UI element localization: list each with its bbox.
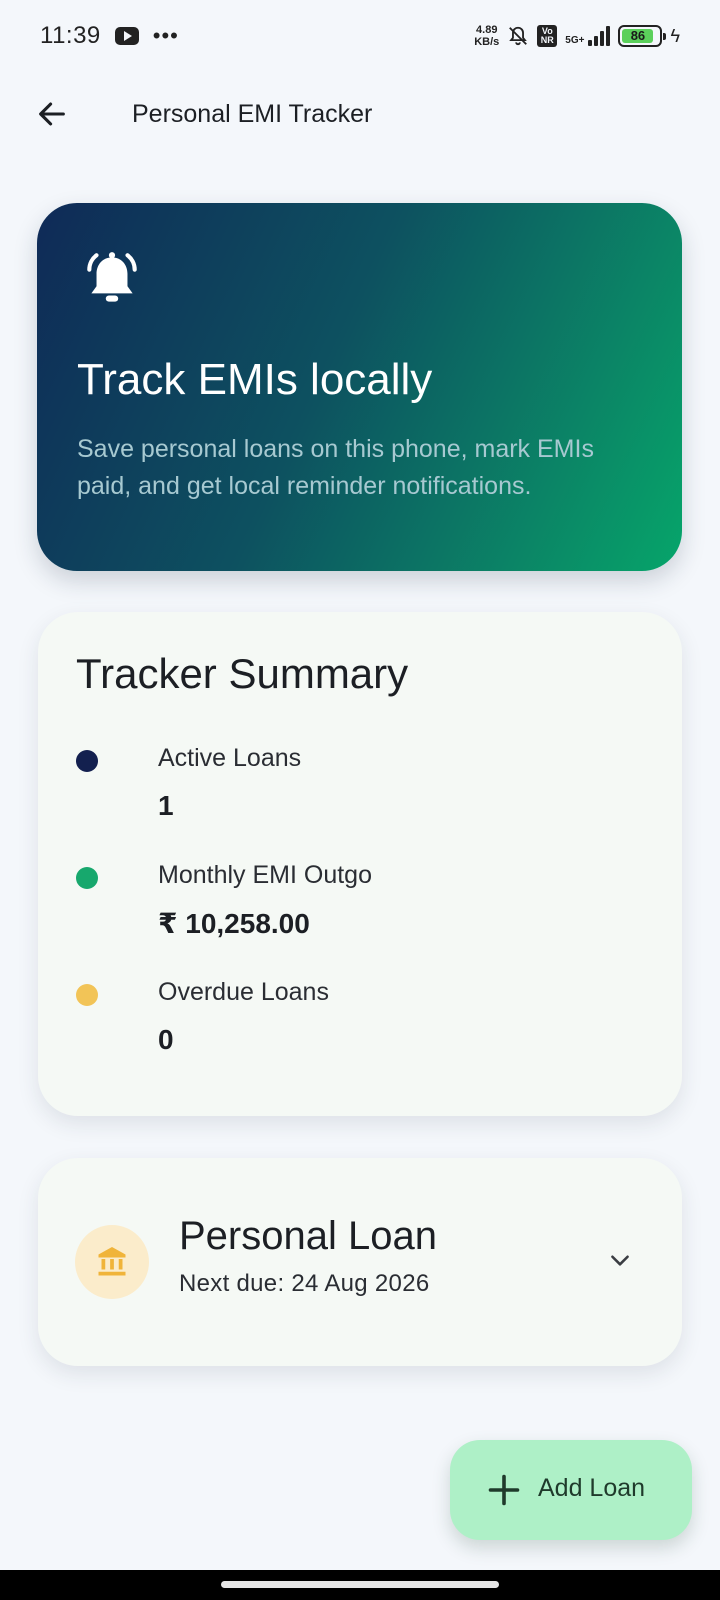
- gesture-nav-bar: [0, 1570, 720, 1600]
- stat-value: 0: [158, 1024, 174, 1055]
- loan-title: Personal Loan: [179, 1214, 437, 1258]
- status-bar: 11:39 ••• 4.89 KB/s Vo NR 5G+ 86 ϟ: [0, 0, 720, 72]
- stat-label: Overdue Loans: [158, 978, 329, 1006]
- net-speed-unit: KB/s: [474, 36, 500, 48]
- loan-next-due: Next due: 24 Aug 2026: [179, 1270, 430, 1297]
- network-label: 5G+: [565, 35, 585, 46]
- home-handle[interactable]: [221, 1581, 499, 1588]
- page-title: Personal EMI Tracker: [132, 100, 373, 128]
- charging-bolt-icon: ϟ: [670, 25, 680, 46]
- stat-dot: [76, 750, 98, 772]
- add-loan-button[interactable]: Add Loan: [450, 1440, 692, 1540]
- hero-title: Track EMIs locally: [77, 355, 433, 404]
- loan-icon-badge: [75, 1225, 149, 1299]
- chevron-down-icon: [611, 1255, 629, 1266]
- more-dots-icon: •••: [152, 23, 179, 48]
- youtube-icon: [114, 27, 139, 45]
- hero-card: Track EMIs locally Save personal loans o…: [37, 203, 682, 571]
- volte-icon: Vo NR: [537, 25, 558, 47]
- bank-icon: [98, 1247, 126, 1276]
- stat-dot: [76, 984, 98, 1006]
- arrow-left-icon: [39, 102, 65, 126]
- signal-bars: [588, 26, 611, 46]
- plus-icon: [488, 1474, 520, 1506]
- stat-value: ₹ 10,258.00: [158, 908, 310, 939]
- battery-level: 86: [622, 29, 654, 43]
- expand-button[interactable]: [600, 1240, 640, 1280]
- hero-subtitle: Save personal loans on this phone, mark …: [77, 435, 594, 500]
- signal-icon: 5G+: [565, 26, 611, 46]
- bell-off-icon: [509, 26, 528, 46]
- battery-icon: 86: [618, 25, 667, 47]
- net-speed-value: 4.89: [476, 24, 498, 36]
- status-time: 11:39: [40, 22, 101, 49]
- tracker-summary-card: Tracker Summary Active Loans 1 Monthly E…: [38, 612, 682, 1116]
- back-button[interactable]: [30, 92, 74, 136]
- net-speed: 4.89 KB/s: [474, 24, 499, 48]
- volte-bottom: NR: [540, 35, 554, 45]
- status-bar-left: 11:39 •••: [40, 22, 179, 50]
- stat-dot: [76, 867, 98, 889]
- bell-ringing-icon: [87, 252, 137, 302]
- stat-label: Active Loans: [158, 744, 302, 772]
- summary-title: Tracker Summary: [76, 650, 409, 697]
- app-bar: Personal EMI Tracker: [0, 80, 720, 150]
- loan-card-personal-loan[interactable]: Personal Loan Next due: 24 Aug 2026: [38, 1158, 682, 1366]
- stat-label: Monthly EMI Outgo: [158, 861, 372, 889]
- add-loan-label: Add Loan: [538, 1474, 646, 1502]
- status-bar-right: 4.89 KB/s Vo NR 5G+ 86 ϟ: [474, 24, 680, 48]
- stat-value: 1: [158, 790, 174, 821]
